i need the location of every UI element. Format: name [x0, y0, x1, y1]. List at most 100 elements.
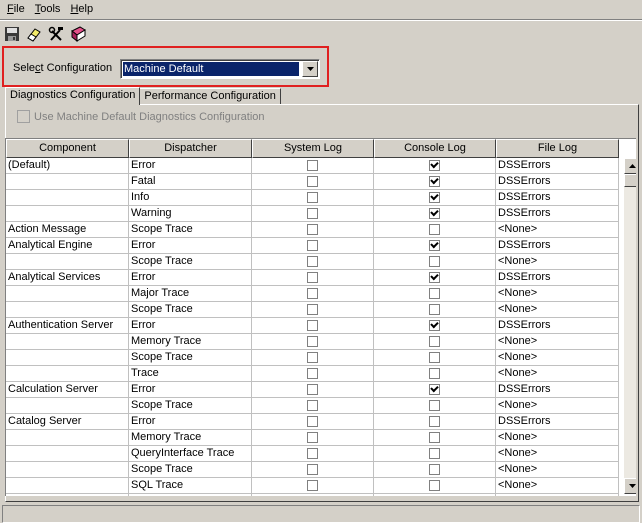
system-log-checkbox[interactable]: [307, 400, 318, 411]
console-log-checkbox[interactable]: [429, 384, 440, 395]
book-button[interactable]: [68, 24, 88, 44]
system-log-checkbox[interactable]: [307, 352, 318, 363]
file-log-cell[interactable]: DSSErrors: [496, 206, 619, 222]
save-button[interactable]: [2, 24, 22, 44]
console-log-checkbox[interactable]: [429, 336, 440, 347]
scroll-up-button[interactable]: [624, 158, 636, 174]
file-log-cell[interactable]: <None>: [496, 254, 619, 270]
system-log-checkbox[interactable]: [307, 432, 318, 443]
console-log-checkbox[interactable]: [429, 224, 440, 235]
console-log-checkbox[interactable]: [429, 272, 440, 283]
file-log-cell[interactable]: <None>: [496, 302, 619, 318]
table-row[interactable]: Analytical Engine Error DSSErrors: [6, 238, 619, 254]
table-row[interactable]: Scope Trace <None>: [6, 254, 619, 270]
table-row[interactable]: Catalog Server Error DSSErrors: [6, 414, 619, 430]
combo-dropdown-button[interactable]: [302, 61, 318, 77]
console-log-checkbox[interactable]: [429, 432, 440, 443]
eraser-button[interactable]: [24, 24, 44, 44]
table-row[interactable]: (Default) Error DSSErrors: [6, 158, 619, 174]
table-row[interactable]: Analytical Services Error DSSErrors: [6, 270, 619, 286]
table-row[interactable]: Action Message Scope Trace <None>: [6, 222, 619, 238]
system-log-checkbox[interactable]: [307, 288, 318, 299]
system-log-checkbox[interactable]: [307, 192, 318, 203]
file-log-cell[interactable]: DSSErrors: [496, 158, 619, 174]
tab-diagnostics-configuration[interactable]: Diagnostics Configuration: [5, 87, 141, 105]
system-log-checkbox[interactable]: [307, 416, 318, 427]
console-log-checkbox[interactable]: [429, 368, 440, 379]
console-log-checkbox[interactable]: [429, 160, 440, 171]
console-log-checkbox[interactable]: [429, 448, 440, 459]
file-log-cell[interactable]: DSSErrors: [496, 318, 619, 334]
console-log-checkbox[interactable]: [429, 256, 440, 267]
file-log-cell[interactable]: <None>: [496, 446, 619, 462]
system-log-checkbox[interactable]: [307, 160, 318, 171]
menu-file[interactable]: File: [2, 1, 30, 18]
file-log-cell[interactable]: [496, 494, 619, 496]
system-log-checkbox[interactable]: [307, 224, 318, 235]
file-log-cell[interactable]: <None>: [496, 478, 619, 494]
console-log-checkbox[interactable]: [429, 480, 440, 491]
console-log-checkbox[interactable]: [429, 304, 440, 315]
table-row[interactable]: Fatal DSSErrors: [6, 174, 619, 190]
column-header-component[interactable]: Component: [6, 139, 129, 158]
file-log-cell[interactable]: <None>: [496, 462, 619, 478]
system-log-checkbox[interactable]: [307, 256, 318, 267]
file-log-cell[interactable]: <None>: [496, 334, 619, 350]
column-header-dispatcher[interactable]: Dispatcher: [129, 139, 252, 158]
console-log-checkbox[interactable]: [429, 352, 440, 363]
menu-tools[interactable]: Tools: [30, 1, 66, 18]
file-log-cell[interactable]: DSSErrors: [496, 414, 619, 430]
system-log-checkbox[interactable]: [307, 304, 318, 315]
file-log-cell[interactable]: DSSErrors: [496, 382, 619, 398]
system-log-checkbox[interactable]: [307, 336, 318, 347]
system-log-checkbox[interactable]: [307, 464, 318, 475]
console-log-checkbox[interactable]: [429, 400, 440, 411]
system-log-checkbox[interactable]: [307, 384, 318, 395]
file-log-cell[interactable]: <None>: [496, 286, 619, 302]
file-log-cell[interactable]: DSSErrors: [496, 238, 619, 254]
table-row[interactable]: Scope Trace <None>: [6, 350, 619, 366]
table-row[interactable]: Info DSSErrors: [6, 190, 619, 206]
table-row[interactable]: Memory Trace <None>: [6, 334, 619, 350]
file-log-cell[interactable]: <None>: [496, 222, 619, 238]
tab-performance-configuration[interactable]: Performance Configuration: [139, 88, 281, 104]
console-log-checkbox[interactable]: [429, 208, 440, 219]
system-log-checkbox[interactable]: [307, 480, 318, 491]
tools-button[interactable]: [46, 24, 66, 44]
table-row[interactable]: [6, 494, 619, 496]
use-machine-default-checkbox[interactable]: [17, 110, 30, 123]
scroll-thumb[interactable]: [624, 174, 636, 187]
file-log-cell[interactable]: DSSErrors: [496, 174, 619, 190]
vertical-scrollbar[interactable]: [624, 158, 636, 494]
console-log-checkbox[interactable]: [429, 416, 440, 427]
file-log-cell[interactable]: <None>: [496, 398, 619, 414]
system-log-checkbox[interactable]: [307, 320, 318, 331]
system-log-checkbox[interactable]: [307, 368, 318, 379]
table-row[interactable]: Scope Trace <None>: [6, 398, 619, 414]
file-log-cell[interactable]: <None>: [496, 366, 619, 382]
table-row[interactable]: Trace <None>: [6, 366, 619, 382]
table-row[interactable]: Major Trace <None>: [6, 286, 619, 302]
menu-help[interactable]: Help: [65, 1, 98, 18]
console-log-checkbox[interactable]: [429, 288, 440, 299]
file-log-cell[interactable]: DSSErrors: [496, 270, 619, 286]
console-log-checkbox[interactable]: [429, 176, 440, 187]
table-row[interactable]: QueryInterface Trace <None>: [6, 446, 619, 462]
table-row[interactable]: Warning DSSErrors: [6, 206, 619, 222]
table-row[interactable]: Calculation Server Error DSSErrors: [6, 382, 619, 398]
table-row[interactable]: SQL Trace <None>: [6, 478, 619, 494]
file-log-cell[interactable]: <None>: [496, 430, 619, 446]
use-machine-default-option[interactable]: Use Machine Default Diagnostics Configur…: [17, 110, 265, 123]
column-header-console-log[interactable]: Console Log: [374, 139, 496, 158]
column-header-system-log[interactable]: System Log: [252, 139, 374, 158]
system-log-checkbox[interactable]: [307, 176, 318, 187]
table-row[interactable]: Authentication Server Error DSSErrors: [6, 318, 619, 334]
console-log-checkbox[interactable]: [429, 464, 440, 475]
scroll-down-button[interactable]: [624, 478, 636, 494]
console-log-checkbox[interactable]: [429, 320, 440, 331]
system-log-checkbox[interactable]: [307, 208, 318, 219]
console-log-checkbox[interactable]: [429, 240, 440, 251]
system-log-checkbox[interactable]: [307, 448, 318, 459]
console-log-checkbox[interactable]: [429, 192, 440, 203]
file-log-cell[interactable]: DSSErrors: [496, 190, 619, 206]
